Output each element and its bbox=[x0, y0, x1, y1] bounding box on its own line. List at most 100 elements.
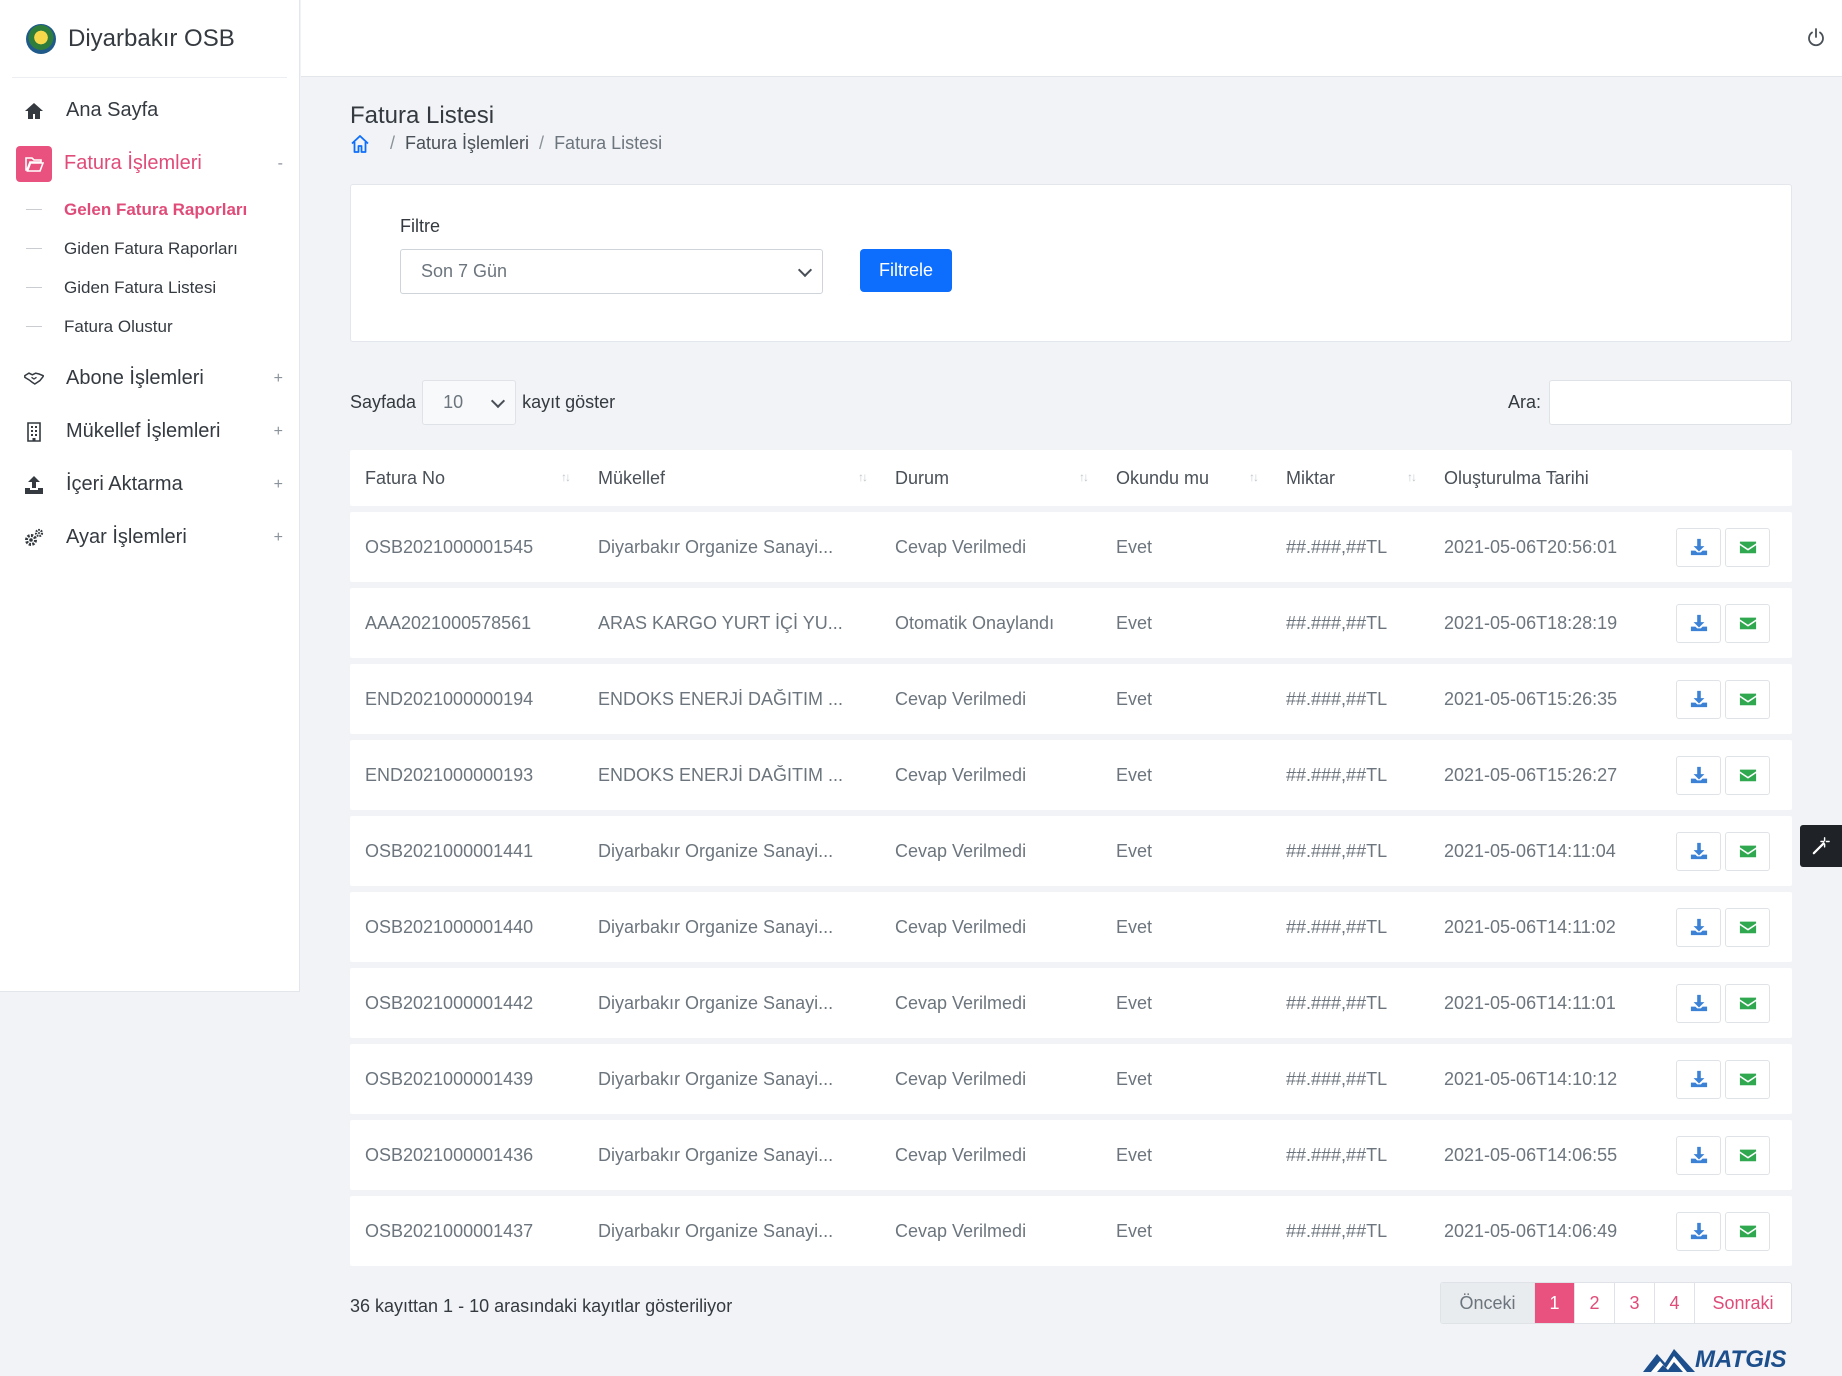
cell-okundu-mu: Evet bbox=[1116, 916, 1153, 937]
sidebar-item-abone[interactable]: Abone İşlemleri + bbox=[0, 352, 299, 405]
cell-fatura-no: OSB2021000001436 bbox=[365, 1144, 534, 1165]
cell-durum: Cevap Verilmedi bbox=[895, 688, 1027, 709]
power-icon[interactable] bbox=[1806, 28, 1826, 48]
filter-select[interactable]: Son 7 Gün bbox=[400, 249, 823, 294]
cell-okundu-mu: Evet bbox=[1116, 764, 1153, 785]
sort-icon: ↑↓ bbox=[1079, 470, 1089, 484]
sidebar-item-label: Ayar İşlemleri bbox=[66, 526, 187, 548]
email-button[interactable] bbox=[1725, 831, 1770, 871]
cell-durum: Cevap Verilmedi bbox=[895, 916, 1027, 937]
column-header-durum[interactable]: Durum ↑↓ bbox=[880, 468, 1101, 489]
cell-olusturulma-tarihi: 2021-05-06T20:56:01 bbox=[1444, 536, 1618, 557]
column-header-olusturulma-tarihi[interactable]: Oluşturulma Tarihi ↑↓ bbox=[1429, 468, 1657, 489]
chevron-down-icon bbox=[797, 262, 813, 277]
cell-miktar: ##.###,##TL bbox=[1286, 992, 1388, 1013]
column-header-miktar[interactable]: Miktar ↑↓ bbox=[1271, 468, 1429, 489]
submenu-item-fatura-olustur[interactable]: Fatura Olustur bbox=[0, 307, 299, 346]
cell-fatura-no: END2021000000193 bbox=[365, 764, 534, 785]
sidebar-item-fatura[interactable]: Fatura İşlemleri - bbox=[0, 137, 299, 190]
envelope-icon bbox=[1739, 1149, 1756, 1162]
download-button[interactable] bbox=[1676, 907, 1721, 947]
pagination-page[interactable]: 4 bbox=[1655, 1283, 1695, 1323]
sidebar: Diyarbakır OSB Ana Sayfa Fatura İşlemler… bbox=[0, 0, 300, 992]
email-button[interactable] bbox=[1725, 1135, 1770, 1175]
email-button[interactable] bbox=[1725, 1211, 1770, 1251]
email-button[interactable] bbox=[1725, 907, 1770, 947]
submenu-item-gelen-fatura-raporlari[interactable]: Gelen Fatura Raporları bbox=[0, 190, 299, 229]
expand-toggle[interactable]: + bbox=[274, 370, 283, 388]
chevron-down-icon bbox=[490, 393, 506, 408]
download-button[interactable] bbox=[1676, 603, 1721, 643]
pagination-next[interactable]: Sonraki bbox=[1695, 1283, 1791, 1323]
page-length-control: Sayfada 10 kayıt göster bbox=[350, 380, 615, 425]
download-button[interactable] bbox=[1676, 983, 1721, 1023]
download-button[interactable] bbox=[1676, 1135, 1721, 1175]
email-button[interactable] bbox=[1725, 527, 1770, 567]
download-icon bbox=[1690, 1070, 1707, 1088]
envelope-icon bbox=[1739, 617, 1756, 630]
page-length-select[interactable]: 10 bbox=[422, 380, 517, 425]
cell-mukellef: Diyarbakır Organize Sanayi... bbox=[598, 916, 834, 937]
column-header-label: Miktar bbox=[1286, 467, 1335, 488]
cell-olusturulma-tarihi: 2021-05-06T18:28:19 bbox=[1444, 612, 1618, 633]
breadcrumb-home-icon[interactable] bbox=[350, 134, 370, 154]
download-button[interactable] bbox=[1676, 831, 1721, 871]
email-button[interactable] bbox=[1725, 603, 1770, 643]
expand-toggle[interactable]: + bbox=[274, 476, 283, 494]
email-button[interactable] bbox=[1725, 983, 1770, 1023]
sidebar-item-mukellef[interactable]: Mükellef İşlemleri + bbox=[0, 405, 299, 458]
email-button[interactable] bbox=[1725, 755, 1770, 795]
folder-open-icon bbox=[16, 145, 52, 182]
download-button[interactable] bbox=[1676, 755, 1721, 795]
pagination-page[interactable]: 1 bbox=[1535, 1283, 1575, 1323]
cell-fatura-no: OSB2021000001437 bbox=[365, 1220, 534, 1241]
submenu-item-giden-fatura-listesi[interactable]: Giden Fatura Listesi bbox=[0, 268, 299, 307]
breadcrumb-separator: / bbox=[539, 133, 545, 153]
sort-icon: ↑↓ bbox=[1407, 470, 1417, 484]
filter-select-value: Son 7 Gün bbox=[421, 261, 508, 281]
pagination-page[interactable]: 2 bbox=[1575, 1283, 1615, 1323]
page-title: Fatura Listesi bbox=[350, 102, 495, 129]
expand-toggle[interactable]: + bbox=[274, 423, 283, 441]
page-length-value: 10 bbox=[443, 392, 464, 412]
cell-durum: Cevap Verilmedi bbox=[895, 1220, 1027, 1241]
settings-tool-button[interactable] bbox=[1800, 825, 1842, 867]
download-button[interactable] bbox=[1676, 1211, 1721, 1251]
filter-button[interactable]: Filtrele bbox=[860, 249, 952, 292]
cell-okundu-mu: Evet bbox=[1116, 1068, 1153, 1089]
table-row: END2021000000193 ENDOKS ENERJİ DAĞITIM ..… bbox=[350, 740, 1792, 810]
cell-durum: Cevap Verilmedi bbox=[895, 536, 1027, 557]
pagination-page[interactable]: 3 bbox=[1615, 1283, 1655, 1323]
expand-toggle[interactable]: + bbox=[274, 529, 283, 547]
submenu-item-giden-fatura-raporlari[interactable]: Giden Fatura Raporları bbox=[0, 229, 299, 268]
download-button[interactable] bbox=[1676, 1059, 1721, 1099]
search-input[interactable] bbox=[1549, 380, 1792, 425]
column-header-fatura-no[interactable]: Fatura No ↑↓ bbox=[350, 468, 583, 489]
sidebar-item-ayar[interactable]: Ayar İşlemleri + bbox=[0, 511, 299, 564]
cell-miktar: ##.###,##TL bbox=[1286, 688, 1388, 709]
pagination-previous[interactable]: Önceki bbox=[1441, 1283, 1535, 1323]
cell-miktar: ##.###,##TL bbox=[1286, 916, 1388, 937]
brand[interactable]: Diyarbakır OSB bbox=[12, 0, 287, 78]
row-actions bbox=[1657, 679, 1792, 719]
invoice-table: Fatura No ↑↓ Mükellef ↑↓ Durum ↑↓ Okundu mu… bbox=[350, 450, 1792, 1272]
sidebar-item-iceri-aktarma[interactable]: İçeri Aktarma + bbox=[0, 458, 299, 511]
column-header-label: Durum bbox=[895, 467, 950, 488]
download-button[interactable] bbox=[1676, 679, 1721, 719]
email-button[interactable] bbox=[1725, 1059, 1770, 1099]
filter-card: Filtre Son 7 Gün Filtrele bbox=[350, 184, 1792, 342]
download-button[interactable] bbox=[1676, 527, 1721, 567]
cell-fatura-no: OSB2021000001442 bbox=[365, 992, 534, 1013]
row-actions bbox=[1657, 831, 1792, 871]
collapse-toggle[interactable]: - bbox=[278, 155, 283, 173]
table-row: OSB2021000001437 Diyarbakır Organize Sana… bbox=[350, 1196, 1792, 1266]
cell-miktar: ##.###,##TL bbox=[1286, 612, 1388, 633]
cell-fatura-no: OSB2021000001440 bbox=[365, 916, 534, 937]
brand-logo-icon bbox=[26, 23, 56, 54]
column-header-mukellef[interactable]: Mükellef ↑↓ bbox=[583, 468, 880, 489]
sidebar-item-home[interactable]: Ana Sayfa bbox=[0, 84, 299, 137]
cell-okundu-mu: Evet bbox=[1116, 536, 1153, 557]
email-button[interactable] bbox=[1725, 679, 1770, 719]
column-header-okundu-mu[interactable]: Okundu mu ↑↓ bbox=[1101, 468, 1271, 489]
breadcrumb-item-fatura[interactable]: Fatura İşlemleri bbox=[405, 133, 529, 154]
